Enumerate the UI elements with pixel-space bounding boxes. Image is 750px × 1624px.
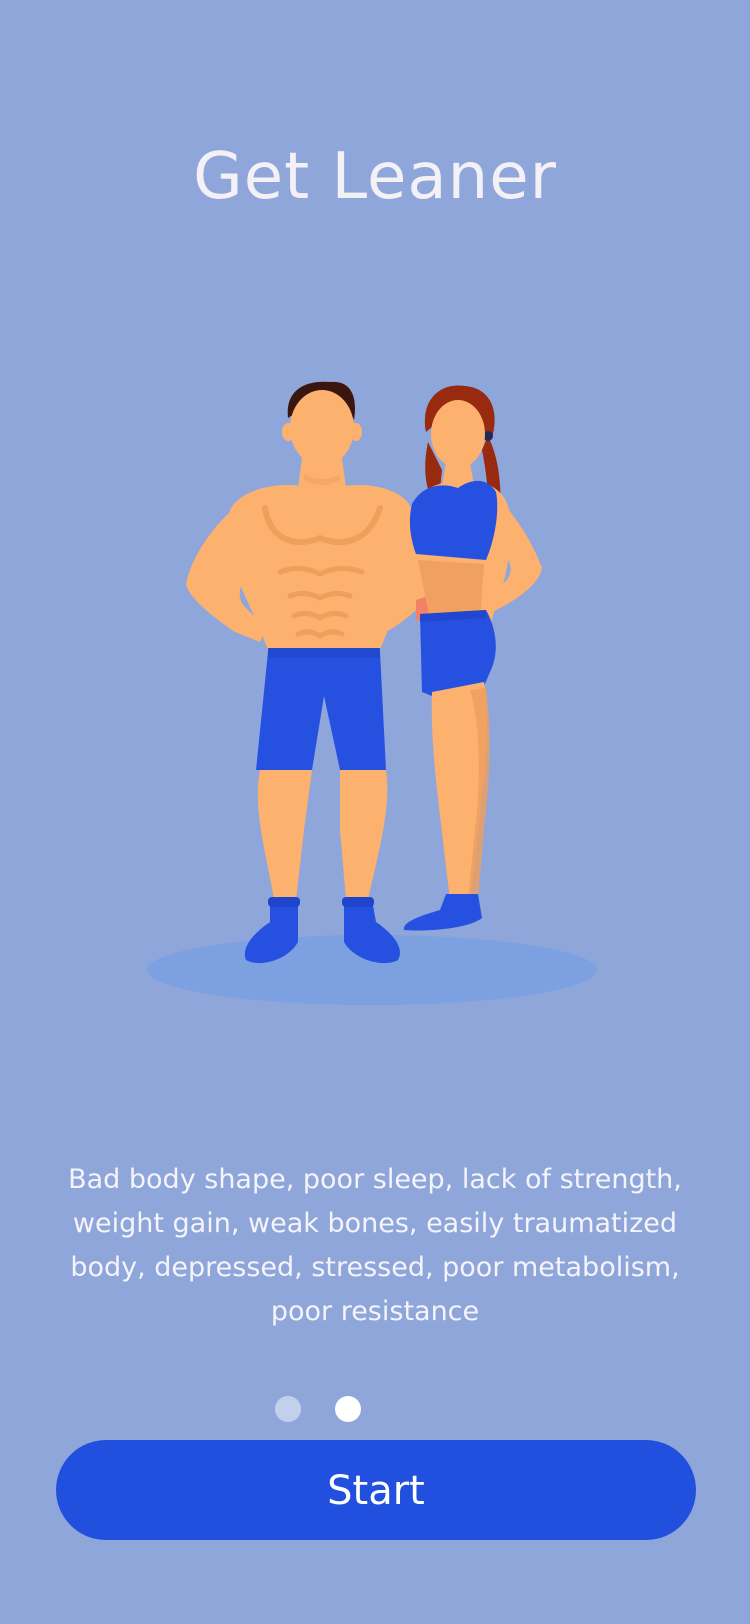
page-title: Get Leaner (193, 140, 557, 214)
page-indicator (275, 1396, 361, 1422)
start-button[interactable]: Start (56, 1440, 696, 1540)
fit-couple-illustration (140, 370, 610, 1020)
description-line: Bad body shape, poor sleep, lack of stre… (68, 1164, 682, 1195)
page-dot-2-active[interactable] (335, 1396, 361, 1422)
page-dot-1[interactable] (275, 1396, 301, 1422)
onboarding-description: Bad body shape, poor sleep, lack of stre… (60, 1158, 690, 1334)
description-line: weight gain, weak bones, easily traumati… (72, 1208, 678, 1239)
description-line: body, depressed, stressed, poor metaboli… (70, 1252, 680, 1283)
description-line: poor resistance (270, 1296, 480, 1327)
